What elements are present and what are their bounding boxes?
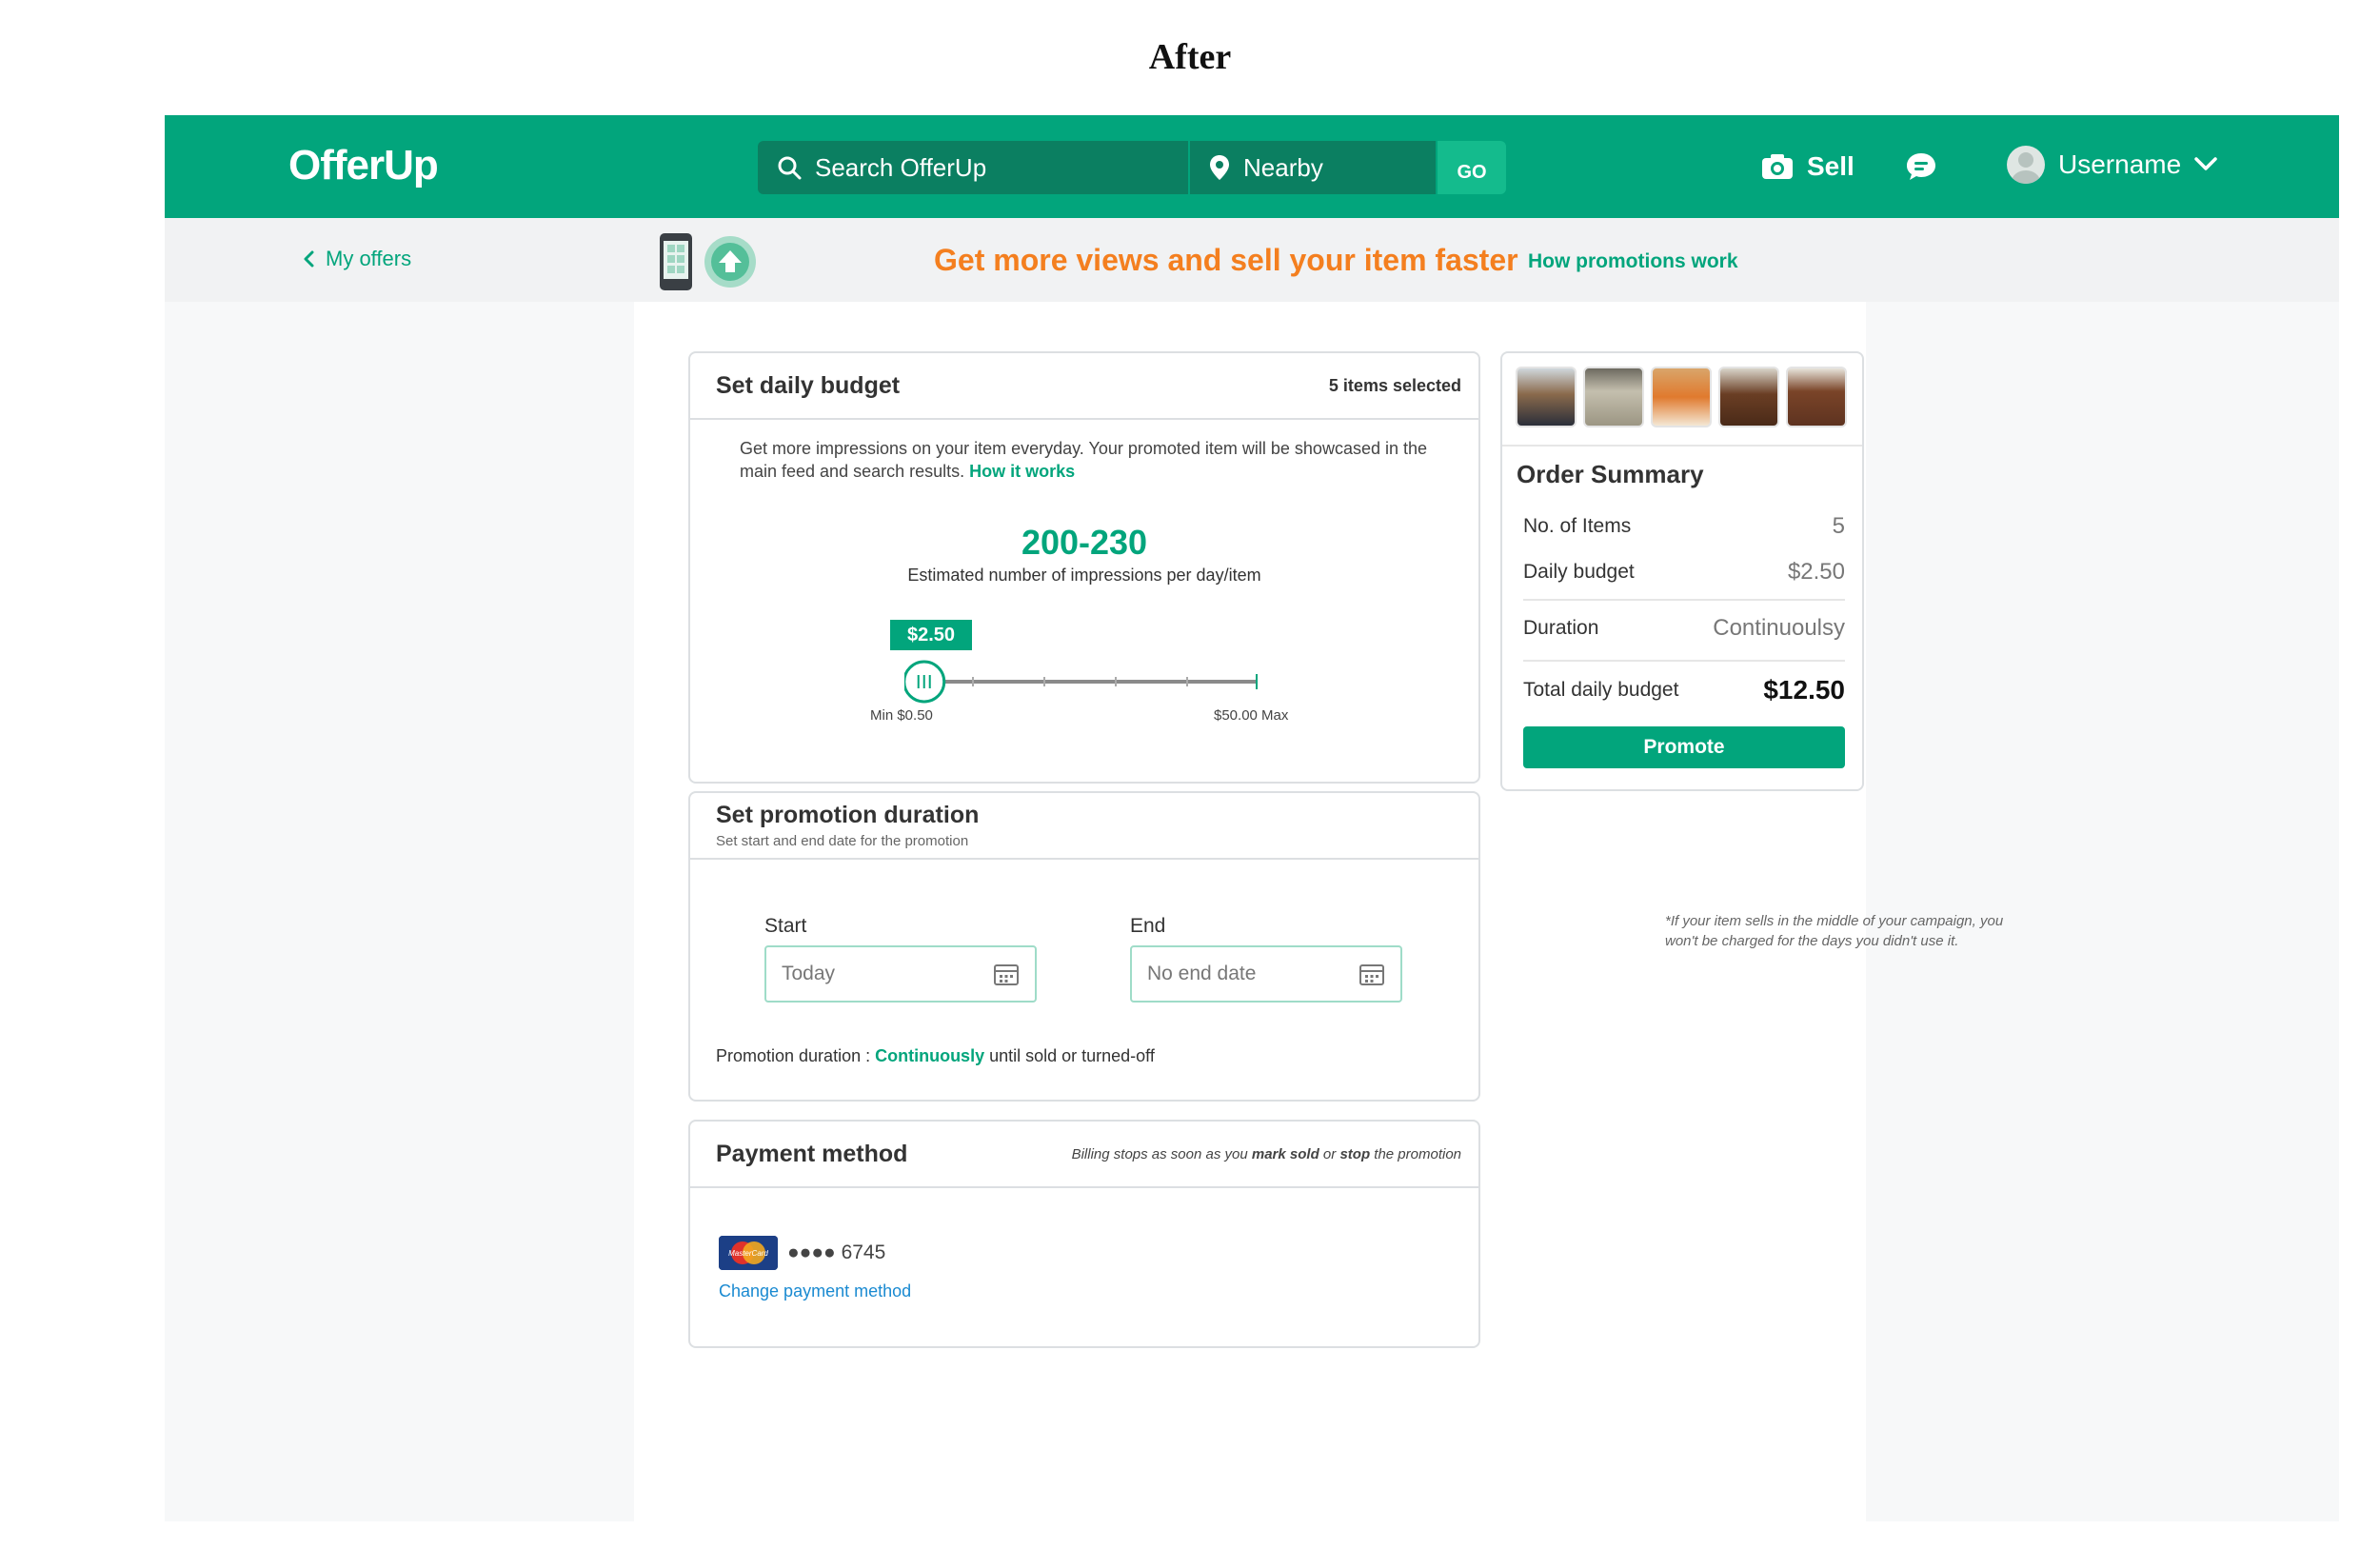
slider-handle[interactable]	[902, 660, 946, 704]
messages-icon[interactable]	[1905, 148, 1939, 186]
payment-title: Payment method	[716, 1140, 908, 1167]
daily-budget-title: Set daily budget	[716, 371, 901, 399]
chevron-down-icon	[2194, 157, 2217, 172]
search-icon	[777, 155, 802, 180]
payment-method-card: Payment method Billing stops as soon as …	[688, 1120, 1480, 1348]
items-selected-count: 5 items selected	[1328, 375, 1461, 395]
search-input[interactable]: Search OfferUp	[758, 141, 1188, 194]
user-menu[interactable]: Username	[2007, 144, 2217, 186]
summary-value: 5	[1832, 513, 1845, 539]
budget-slider[interactable]	[902, 658, 1266, 705]
go-button[interactable]: GO	[1438, 141, 1506, 194]
summary-row-items: No. of Items 5	[1523, 513, 1845, 540]
location-pin-icon	[1209, 154, 1230, 181]
mastercard-icon: MasterCard	[719, 1236, 778, 1270]
summary-total-value: $12.50	[1763, 675, 1845, 705]
budget-description: Get more impressions on your item everyd…	[740, 437, 1444, 483]
sell-label: Sell	[1807, 151, 1854, 181]
summary-value: $2.50	[1787, 559, 1845, 585]
daily-budget-header: Set daily budget 5 items selected	[690, 353, 1478, 420]
budget-description-text: Get more impressions on your item everyd…	[740, 439, 1428, 481]
summary-label: No. of Items	[1523, 515, 1632, 537]
mastercard-wordmark: MasterCard	[728, 1249, 768, 1258]
chevron-left-icon	[303, 250, 314, 268]
search-placeholder: Search OfferUp	[815, 152, 987, 182]
billing-note-stop: stop	[1339, 1145, 1371, 1162]
username-label: Username	[2058, 149, 2182, 179]
billing-note-prefix: Billing stops as soon as you	[1071, 1145, 1252, 1162]
billing-note: Billing stops as soon as you mark sold o…	[1072, 1146, 1461, 1162]
impressions-range: 200-230	[1021, 523, 1148, 562]
summary-row-total: Total daily budget $12.50	[1523, 675, 1845, 705]
end-date-value: No end date	[1147, 963, 1257, 984]
promotion-duration-card: Set promotion duration Set start and end…	[688, 791, 1480, 1102]
phone-boost-icon	[658, 231, 763, 292]
slider-max-label: $50.00 Max	[1214, 707, 1289, 724]
order-summary-card: Order Summary No. of Items 5 Daily budge…	[1500, 351, 1864, 791]
promo-bar: My offers Get more views and sell your i…	[165, 218, 2339, 302]
calendar-icon[interactable]	[993, 962, 1020, 986]
change-payment-link[interactable]: Change payment method	[719, 1281, 911, 1301]
item-thumbnail[interactable]	[1651, 367, 1712, 427]
summary-label: Duration	[1523, 617, 1599, 639]
duration-line-prefix: Promotion duration :	[716, 1046, 876, 1065]
divider	[1502, 445, 1862, 447]
billing-note-suffix: the promotion	[1370, 1145, 1461, 1162]
top-nav-bar: OfferUp Search OfferUp Nearby GO Sell Us…	[165, 115, 2339, 218]
duration-header: Set promotion duration Set start and end…	[690, 793, 1478, 860]
daily-budget-card: Set daily budget 5 items selected Get mo…	[688, 351, 1480, 784]
item-thumbnail[interactable]	[1786, 367, 1847, 427]
summary-label: Daily budget	[1523, 561, 1635, 583]
billing-note-mark-sold: mark sold	[1251, 1145, 1319, 1162]
end-date-field[interactable]: No end date	[1130, 945, 1402, 1003]
back-label: My offers	[326, 247, 412, 270]
promote-button[interactable]: Promote	[1523, 726, 1845, 768]
refund-footnote: *If your item sells in the middle of you…	[1665, 913, 2004, 949]
duration-line-suffix: until sold or turned-off	[984, 1046, 1155, 1065]
budget-price-tag: $2.50	[890, 620, 972, 650]
start-label: Start	[764, 915, 807, 937]
sell-button[interactable]: Sell	[1761, 148, 1854, 186]
impressions-caption: Estimated number of impressions per day/…	[907, 566, 1261, 585]
payment-header: Payment method Billing stops as soon as …	[690, 1122, 1478, 1188]
order-summary-title: Order Summary	[1517, 460, 1704, 488]
app-frame: OfferUp Search OfferUp Nearby GO Sell Us…	[165, 115, 2339, 1521]
item-thumbnail[interactable]	[1583, 367, 1644, 427]
start-date-value: Today	[782, 963, 836, 984]
location-value: Nearby	[1243, 152, 1323, 182]
summary-label: Total daily budget	[1523, 679, 1679, 701]
how-it-works-link[interactable]: How it works	[969, 462, 1075, 481]
summary-row-duration: Duration Continuoulsy	[1523, 615, 1845, 642]
start-date-field[interactable]: Today	[764, 945, 1037, 1003]
camera-icon	[1761, 153, 1794, 180]
back-to-my-offers[interactable]: My offers	[303, 247, 411, 271]
duration-line-value: Continuously	[875, 1046, 985, 1065]
summary-row-daily-budget: Daily budget $2.50	[1523, 559, 1845, 586]
offerup-logo[interactable]: OfferUp	[288, 142, 439, 189]
selected-items-thumbnails	[1516, 367, 1847, 427]
divider	[1523, 660, 1845, 662]
promotion-duration-summary: Promotion duration : Continuously until …	[716, 1046, 1155, 1066]
billing-note-mid: or	[1319, 1145, 1340, 1162]
divider	[1523, 599, 1845, 601]
card-number: ●●●● 6745	[787, 1241, 886, 1263]
location-input[interactable]: Nearby	[1190, 141, 1436, 194]
duration-subtitle: Set start and end date for the promotion	[716, 833, 969, 849]
avatar	[2007, 146, 2045, 184]
calendar-icon[interactable]	[1359, 962, 1385, 986]
summary-value: Continuoulsy	[1713, 615, 1845, 641]
end-label: End	[1130, 915, 1166, 937]
item-thumbnail[interactable]	[1516, 367, 1577, 427]
promo-headline: Get more views and sell your item faster	[934, 243, 1518, 277]
page-caption: After	[1148, 37, 1232, 77]
item-thumbnail[interactable]	[1718, 367, 1779, 427]
slider-min-label: Min $0.50	[870, 707, 933, 724]
how-promotions-work-link[interactable]: How promotions work	[1528, 250, 1738, 273]
duration-title: Set promotion duration	[716, 802, 980, 828]
saved-card: MasterCard ●●●● 6745	[719, 1236, 885, 1270]
